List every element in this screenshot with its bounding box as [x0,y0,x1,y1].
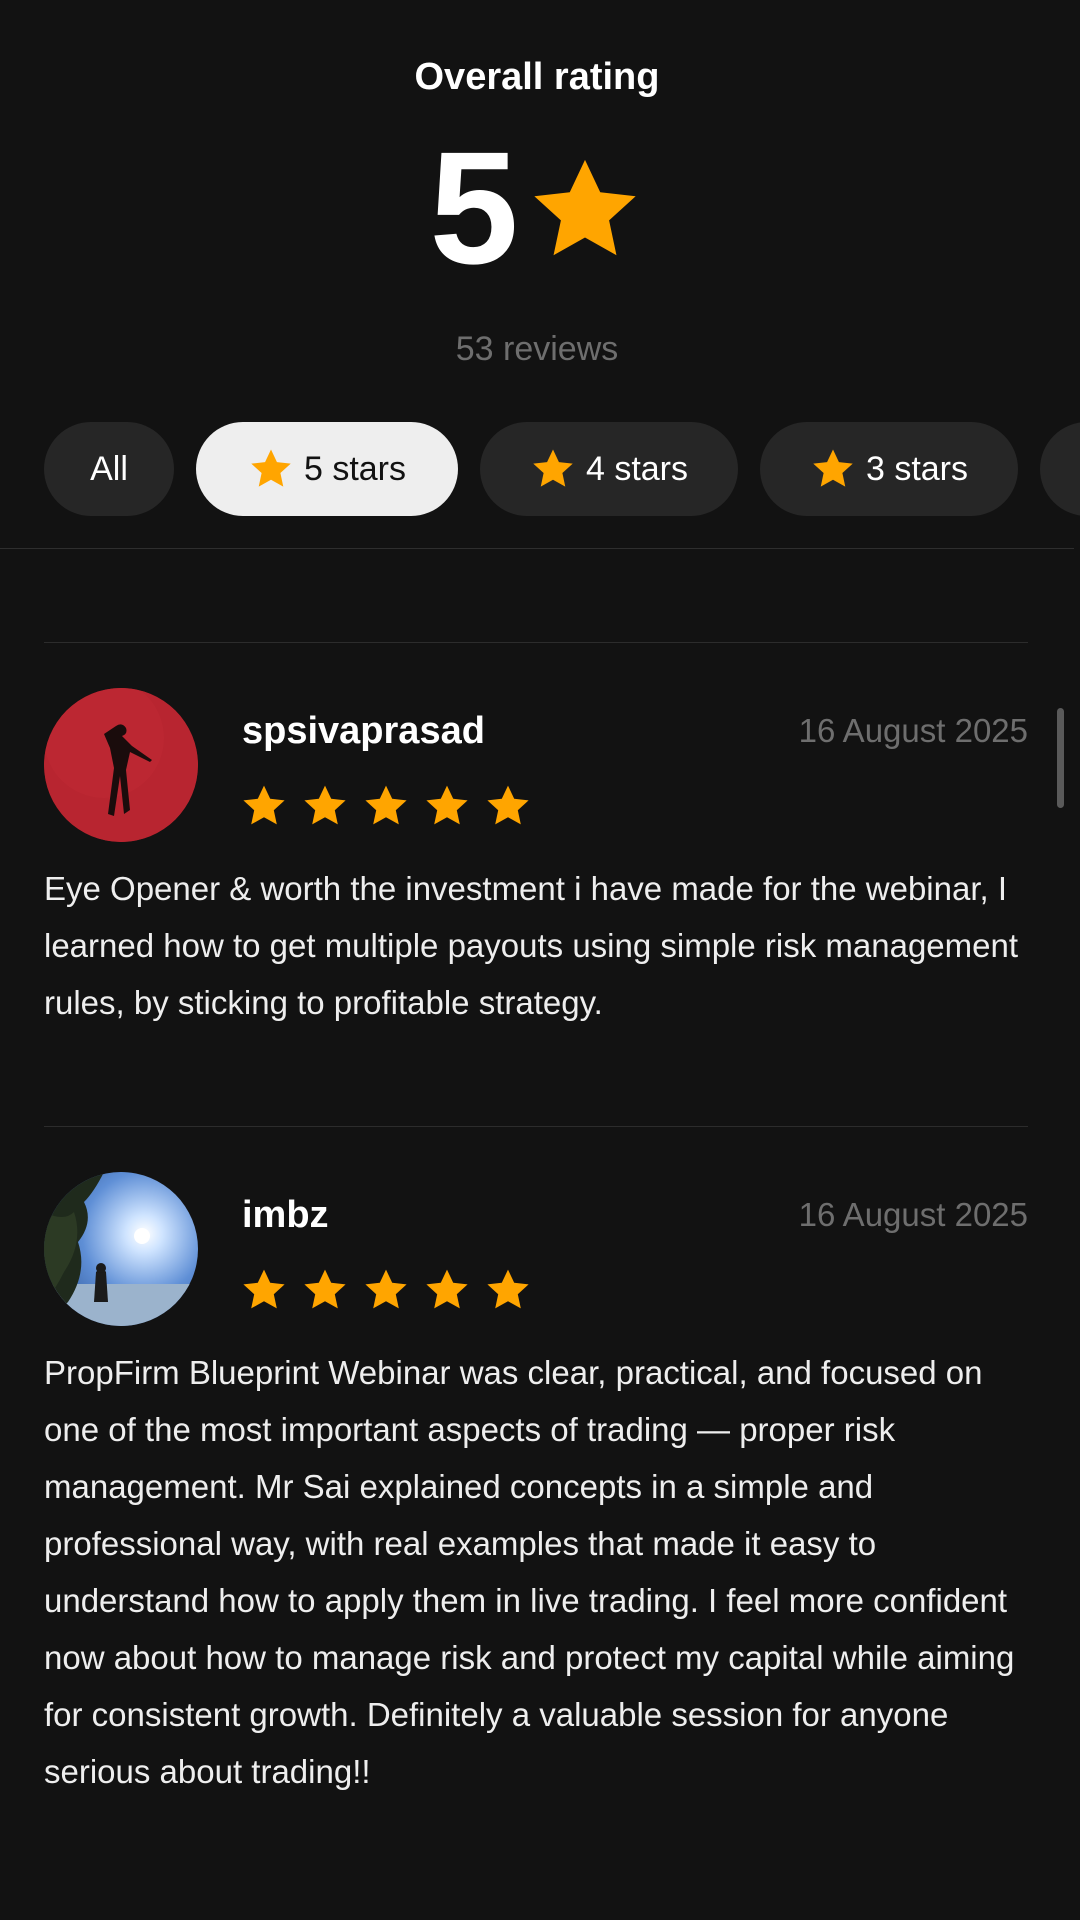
review-date: 16 August 2025 [798,712,1028,749]
review-text: Eye Opener & worth the investment i have… [44,870,1019,1021]
filter-chip-5-stars[interactable]: 5 stars [196,422,458,516]
filter-chip-more[interactable] [1040,422,1080,516]
review-date: 16 August 2025 [798,1196,1028,1233]
filter-chip-all[interactable]: All [44,422,174,516]
divider [0,548,1074,549]
star-icon [362,782,410,830]
star-icon [362,1266,410,1314]
star-icon [301,782,349,830]
reviews-count: 53 reviews [455,330,619,368]
star-icon [240,782,288,830]
star-icon [301,1266,349,1314]
review-stars [240,782,532,830]
star-icon [530,446,576,492]
filter-chip-label: All [90,449,128,488]
avatar-image [44,688,198,842]
filter-chip-3-stars[interactable]: 3 stars [760,422,1018,516]
avatar[interactable] [44,1172,198,1326]
avatar[interactable] [44,688,198,842]
rating-filter-bar: All 5 stars 4 stars 3 stars [44,422,1080,516]
review-text: PropFirm Blueprint Webinar was clear, pr… [44,1354,1015,1790]
star-icon [810,446,856,492]
filter-chip-label: 3 stars [865,449,969,488]
review-stars [240,1266,532,1314]
filter-chip-label: 5 stars [303,449,407,488]
star-icon [423,782,471,830]
star-icon [240,1266,288,1314]
star-icon [423,1266,471,1314]
star-icon [526,151,644,269]
star-icon [248,446,294,492]
page-title: Overall rating [414,56,660,98]
reviews-screen: Overall rating 5 53 reviews All 5 stars … [0,0,1080,1920]
filter-chip-label: 4 stars [585,449,689,488]
rating-value: 5 [429,118,519,297]
star-icon [484,1266,532,1314]
avatar-image [44,1172,198,1326]
overall-rating: 5 [0,118,1074,297]
divider [44,1126,1028,1127]
filter-chip-4-stars[interactable]: 4 stars [480,422,738,516]
scrollbar[interactable] [1057,708,1064,808]
reviewer-name: spsivaprasad [242,710,485,752]
star-icon [484,782,532,830]
divider [44,642,1028,643]
reviewer-name: imbz [242,1194,329,1236]
